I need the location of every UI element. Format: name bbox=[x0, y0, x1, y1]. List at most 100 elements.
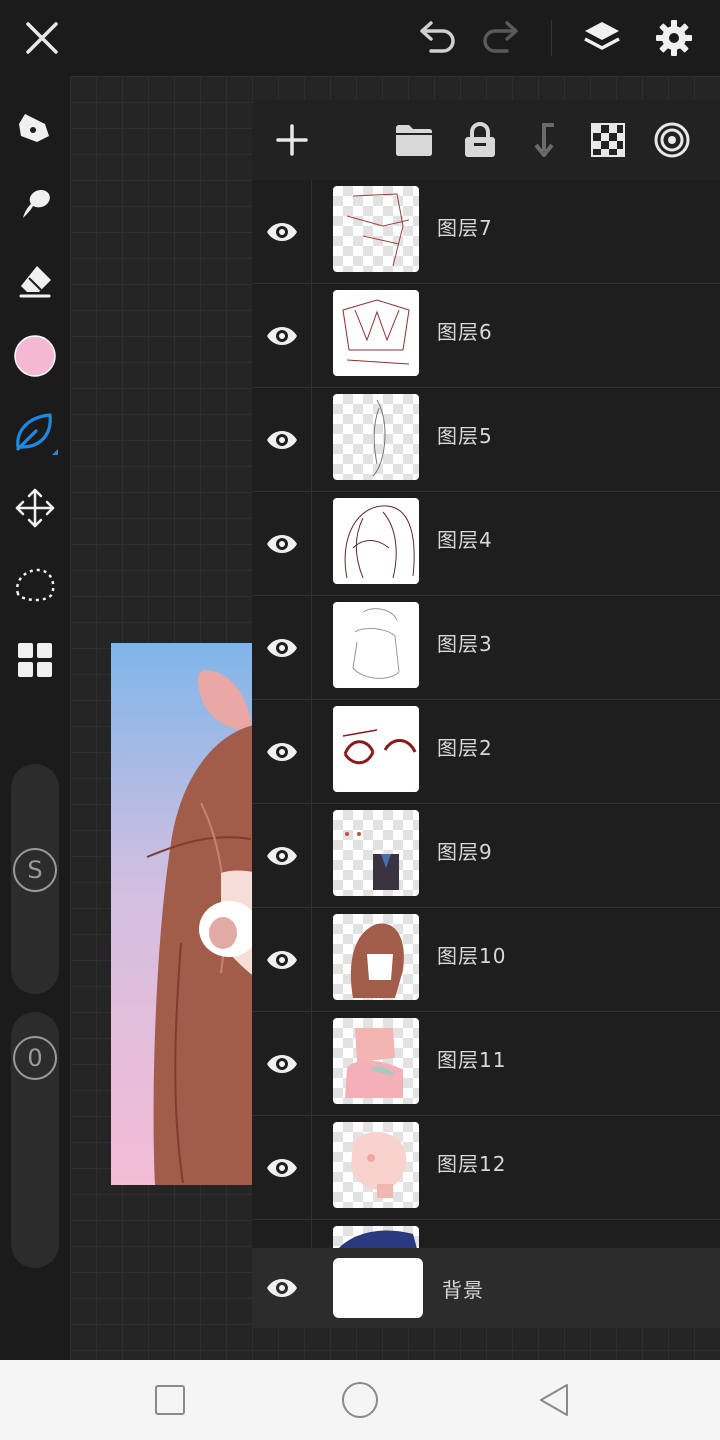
visibility-toggle[interactable] bbox=[252, 284, 312, 388]
layer-name: 图层4 bbox=[437, 528, 493, 552]
brush-tool[interactable] bbox=[7, 404, 63, 460]
visibility-toggle[interactable] bbox=[252, 804, 312, 908]
eye-icon bbox=[267, 1279, 297, 1297]
layer-list[interactable]: 图层7 图层6 图层5 图层4 图层3 图层2 图层9 图层10 图层11 图层… bbox=[252, 180, 720, 1248]
smudge-tool[interactable] bbox=[7, 176, 63, 232]
layer-name: 图层2 bbox=[437, 736, 493, 760]
visibility-toggle[interactable] bbox=[252, 180, 312, 284]
more-tools-button[interactable] bbox=[7, 632, 63, 688]
move-icon bbox=[15, 488, 55, 528]
layer-row[interactable]: 图层10 bbox=[252, 908, 720, 1012]
lock-layer-button[interactable] bbox=[452, 112, 508, 168]
visibility-toggle[interactable] bbox=[252, 908, 312, 1012]
eye-icon bbox=[266, 639, 297, 657]
layer-thumbnail bbox=[333, 602, 419, 688]
back-icon bbox=[540, 1384, 568, 1416]
move-tool[interactable] bbox=[7, 480, 63, 536]
background-thumbnail bbox=[333, 1258, 423, 1318]
layer-name: 图层11 bbox=[437, 1048, 507, 1072]
grid-menu-icon bbox=[18, 643, 52, 677]
layer-row[interactable]: 图层3 bbox=[252, 596, 720, 700]
layer-row[interactable]: 图层7 bbox=[252, 180, 720, 284]
brush-icon bbox=[16, 413, 58, 455]
layer-row[interactable]: 图层5 bbox=[252, 388, 720, 492]
visibility-toggle[interactable] bbox=[252, 492, 312, 596]
visibility-toggle[interactable] bbox=[252, 1220, 312, 1248]
transparency-button[interactable] bbox=[580, 112, 636, 168]
layer-name: 图层7 bbox=[437, 216, 493, 240]
layer-thumbnail bbox=[333, 810, 419, 896]
layer-name: 图层6 bbox=[437, 320, 493, 344]
blend-mode-button[interactable] bbox=[644, 112, 700, 168]
layers-icon bbox=[584, 22, 620, 50]
layers-button[interactable] bbox=[574, 10, 630, 66]
eye-icon bbox=[266, 951, 297, 969]
eye-icon bbox=[266, 223, 297, 241]
add-layer-button[interactable] bbox=[264, 112, 320, 168]
layer-row[interactable]: 图层11 bbox=[252, 1012, 720, 1116]
recents-button[interactable] bbox=[142, 1376, 198, 1424]
visibility-toggle[interactable] bbox=[252, 596, 312, 700]
settings-button[interactable] bbox=[646, 10, 702, 66]
eraser-icon bbox=[19, 266, 51, 298]
eye-icon bbox=[266, 1159, 297, 1177]
color-swatch[interactable] bbox=[7, 328, 63, 384]
layer-row[interactable]: 图层9 bbox=[252, 804, 720, 908]
visibility-toggle[interactable] bbox=[252, 1248, 312, 1328]
brush-opacity-slider[interactable]: 0 bbox=[11, 1012, 59, 1268]
layer-name: 图层12 bbox=[437, 1152, 507, 1176]
pen-tool[interactable] bbox=[7, 100, 63, 156]
visibility-toggle[interactable] bbox=[252, 1012, 312, 1116]
recents-icon bbox=[155, 1385, 185, 1415]
brush-size-knob[interactable]: S bbox=[13, 848, 57, 892]
redo-button[interactable] bbox=[473, 10, 529, 66]
eye-icon bbox=[266, 743, 297, 761]
layer-thumbnail bbox=[333, 394, 419, 480]
visibility-toggle[interactable] bbox=[252, 700, 312, 804]
color-swatch-icon bbox=[14, 335, 56, 377]
folder-icon bbox=[396, 125, 432, 156]
back-button[interactable] bbox=[526, 1376, 582, 1424]
home-button[interactable] bbox=[332, 1376, 388, 1424]
layer-name: 图层5 bbox=[437, 424, 493, 448]
blend-icon bbox=[654, 122, 690, 158]
eye-icon bbox=[266, 327, 297, 345]
layer-row[interactable] bbox=[252, 1220, 720, 1248]
layer-row[interactable]: 图层4 bbox=[252, 492, 720, 596]
visibility-toggle[interactable] bbox=[252, 1116, 312, 1220]
undo-button[interactable] bbox=[409, 10, 465, 66]
eye-icon bbox=[266, 847, 297, 865]
layers-toolbar bbox=[252, 100, 720, 180]
lasso-tool[interactable] bbox=[7, 556, 63, 612]
layer-thumbnail bbox=[333, 498, 419, 584]
layer-thumbnail bbox=[333, 1122, 419, 1208]
brush-size-slider[interactable]: S bbox=[11, 764, 59, 994]
eraser-tool[interactable] bbox=[7, 252, 63, 308]
toolbar-divider bbox=[551, 20, 552, 56]
pen-icon bbox=[19, 114, 49, 142]
brush-opacity-knob[interactable]: 0 bbox=[13, 1036, 57, 1080]
layer-thumbnail bbox=[333, 186, 419, 272]
home-icon bbox=[342, 1382, 378, 1418]
merge-down-button[interactable] bbox=[516, 112, 572, 168]
eye-icon bbox=[266, 431, 297, 449]
close-button[interactable] bbox=[14, 10, 70, 66]
checker-icon bbox=[591, 123, 625, 157]
layer-row[interactable]: 图层2 bbox=[252, 700, 720, 804]
layer-thumbnail bbox=[333, 290, 419, 376]
add-folder-button[interactable] bbox=[386, 112, 442, 168]
system-navigation-bar bbox=[0, 1360, 720, 1440]
layer-row[interactable]: 图层6 bbox=[252, 284, 720, 388]
close-icon bbox=[26, 22, 58, 54]
layer-name: 图层3 bbox=[437, 632, 493, 656]
visibility-toggle[interactable] bbox=[252, 388, 312, 492]
background-layer-row[interactable]: 背景 bbox=[252, 1248, 720, 1328]
tool-sidebar: S 0 bbox=[0, 76, 70, 1360]
layer-row[interactable]: 图层12 bbox=[252, 1116, 720, 1220]
top-bar bbox=[0, 0, 720, 76]
redo-icon bbox=[483, 21, 518, 53]
layer-thumbnail bbox=[333, 914, 419, 1000]
layers-panel: 图层7 图层6 图层5 图层4 图层3 图层2 图层9 图层10 图层11 图层… bbox=[252, 100, 720, 1328]
layer-thumbnail bbox=[333, 706, 419, 792]
gear-icon bbox=[656, 20, 692, 56]
